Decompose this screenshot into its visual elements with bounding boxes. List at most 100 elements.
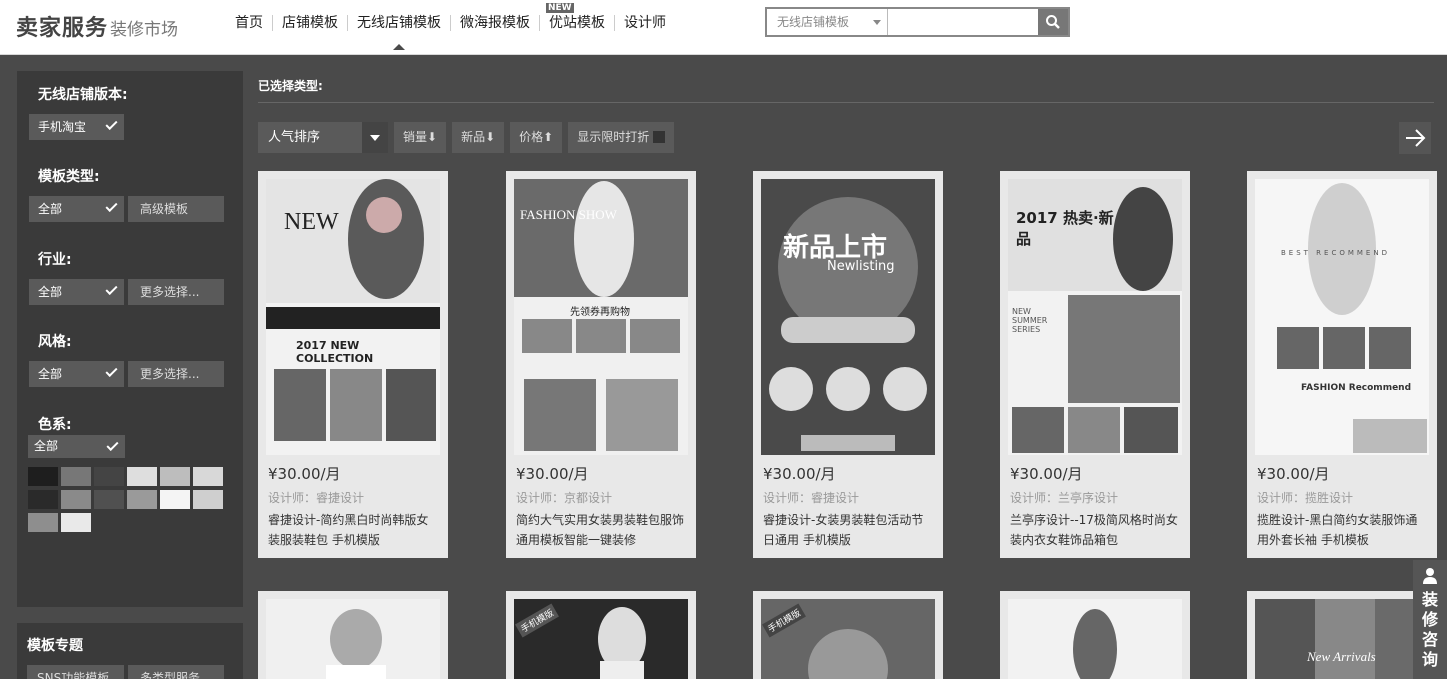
template-card[interactable] [1000,591,1190,679]
template-description[interactable]: 睿捷设计-简约黑白时尚韩版女装服装鞋包 手机模版 [268,510,440,550]
color-swatch[interactable] [94,467,124,486]
template-price: ¥30.00/月 [1010,465,1083,483]
template-card[interactable]: 2017 热卖·新品 NEW SUMMER SERIES ¥30.00/月 设计… [1000,171,1190,558]
color-swatch[interactable] [61,490,91,509]
template-card[interactable]: 新品上市 Newlisting ¥30.00/月 设计师：睿捷设计 睿捷设计-女… [753,171,943,558]
color-swatch[interactable] [127,467,157,486]
template-designer[interactable]: 设计师：京都设计 [516,489,612,506]
template-description[interactable]: 兰亭序设计--17极简风格时尚女装内衣女鞋饰品箱包 [1010,510,1182,550]
template-thumbnail[interactable]: 手机模版 [761,599,935,679]
color-title: 色系: [38,417,72,433]
color-swatch[interactable] [28,490,58,509]
template-designer[interactable]: 设计师：睿捷设计 [268,489,364,506]
style-select[interactable]: 全部 [29,361,124,387]
thumb-subtitle: 先领券再购物 [570,307,630,318]
template-thumbnail[interactable]: BEST RECOMMEND FASHION Recommend [1255,179,1429,455]
nav-mobile-templates[interactable]: 无线店铺模板 [347,14,450,50]
industry-more-button[interactable]: 更多选择... [128,279,224,305]
industry-select[interactable]: 全部 [29,279,124,305]
new-badge: NEW [546,2,574,13]
template-card[interactable]: New Arrivals [1247,591,1437,679]
template-designer[interactable]: 设计师：揽胜设计 [1257,489,1353,506]
template-thumbnail[interactable]: NEW 2017 NEW COLLECTION [266,179,440,455]
chevron-down-icon [873,20,881,25]
topic-sns-button[interactable]: SNS功能模板 [27,665,124,679]
type-value: 全部 [38,202,63,216]
sort-sales-button[interactable]: 销量⬇ [394,122,447,153]
template-description[interactable]: 揽胜设计-黑白简约女装服饰通用外套长袖 手机模板 [1257,510,1429,550]
color-swatch[interactable] [127,490,157,509]
template-thumbnail[interactable] [1008,599,1182,679]
sort-price-button[interactable]: 价格⬆ [510,122,563,153]
color-swatch[interactable] [94,490,124,509]
sort-bar: 人气排序 销量⬇ 新品⬇ 价格⬆ 显示限时打折 [258,122,680,153]
template-card[interactable]: 手机模版 [506,591,696,679]
nav-poster-templates[interactable]: 微海报模板 [450,14,539,31]
type-title: 模板类型: [38,169,100,185]
thumb-title: FASHION SHOW [520,207,617,222]
template-thumbnail[interactable]: New Arrivals [1255,599,1429,679]
version-select[interactable]: 手机淘宝 [29,114,124,140]
sort-popularity-select[interactable]: 人气排序 [258,122,388,153]
template-card[interactable]: BEST RECOMMEND FASHION Recommend ¥30.00/… [1247,171,1437,558]
template-card[interactable]: FASHION SHOW 先领券再购物 ¥30.00/月 设计师：京都设计 简约… [506,171,696,558]
site-logo[interactable]: 卖家服务 装修市场 [16,10,178,42]
template-card[interactable]: NEW 2017 NEW COLLECTION ¥30.00/月 设计师：睿捷设… [258,171,448,558]
thumbnail-art [1073,609,1117,679]
topics-panel: 模板专题 SNS功能模板 多类型服务 [17,623,243,679]
template-description[interactable]: 简约大气实用女装男装鞋包服饰通用模板智能一键装修 [516,510,688,550]
color-swatch[interactable] [61,513,91,532]
template-card[interactable]: 手机模版 [753,591,943,679]
thumb-title: BEST RECOMMEND [1281,249,1390,257]
limited-discount-toggle[interactable]: 显示限时打折 [568,122,675,153]
topic-services-button[interactable]: 多类型服务 [128,665,224,679]
template-price: ¥30.00/月 [516,465,589,483]
color-swatch[interactable] [193,490,223,509]
color-swatch[interactable] [28,467,58,486]
template-thumbnail[interactable]: 手机模版 [514,599,688,679]
search-button[interactable] [1038,9,1068,35]
thumbnail-art [1255,599,1429,679]
color-swatch[interactable] [160,467,190,486]
template-thumbnail[interactable]: FASHION SHOW 先领券再购物 [514,179,688,455]
nav-home[interactable]: 首页 [226,15,272,31]
check-icon [106,438,119,452]
template-thumbnail[interactable] [266,599,440,679]
template-designer[interactable]: 设计师：睿捷设计 [763,489,859,506]
color-swatch[interactable] [160,490,190,509]
template-thumbnail[interactable]: 新品上市 Newlisting [761,179,935,455]
color-select[interactable]: 全部 [28,435,125,458]
thumb-subtitle: Newlisting [827,259,895,274]
logo-main-text: 卖家服务 [16,16,109,41]
next-page-button[interactable] [1399,122,1431,154]
template-card[interactable] [258,591,448,679]
search-category-select[interactable]: 无线店铺模板 [767,9,888,35]
sort-new-button[interactable]: 新品⬇ [452,122,505,153]
divider [258,102,1434,103]
nav-youzhan-templates[interactable]: NEW 优站模板 [539,2,614,31]
filter-sidebar: 无线店铺版本: 手机淘宝 模板类型: 全部 高级模板 行业: 全部 更多选择..… [17,71,243,607]
template-description[interactable]: 睿捷设计-女装男装鞋包活动节日通用 手机模版 [763,510,935,550]
style-more-button[interactable]: 更多选择... [128,361,224,387]
nav-youzhan-label: 优站模板 [549,14,605,31]
template-designer[interactable]: 设计师：兰亭序设计 [1010,489,1118,506]
thumb-title: New Arrivals [1307,649,1376,664]
template-price: ¥30.00/月 [268,465,341,483]
main-nav: 首页 店铺模板 无线店铺模板 微海报模板 NEW 优站模板 设计师 [226,0,675,50]
advanced-template-button[interactable]: 高级模板 [128,196,224,222]
color-swatch[interactable] [193,467,223,486]
template-thumbnail[interactable]: 2017 热卖·新品 NEW SUMMER SERIES [1008,179,1182,455]
checkbox-icon [653,131,666,143]
color-swatch[interactable] [61,467,91,486]
thumb-subtitle: 2017 NEW COLLECTION [296,339,374,365]
color-value: 全部 [34,439,59,453]
search-box: 无线店铺模板 [765,7,1070,37]
color-swatch[interactable] [28,513,58,532]
chevron-down-icon [362,122,388,153]
decoration-consult-button[interactable]: 装修咨询 [1413,560,1447,679]
search-input[interactable] [889,9,1040,35]
nav-designers[interactable]: 设计师 [614,14,675,31]
type-select[interactable]: 全部 [29,196,124,222]
nav-shop-templates[interactable]: 店铺模板 [272,14,347,31]
search-icon [1046,15,1060,29]
